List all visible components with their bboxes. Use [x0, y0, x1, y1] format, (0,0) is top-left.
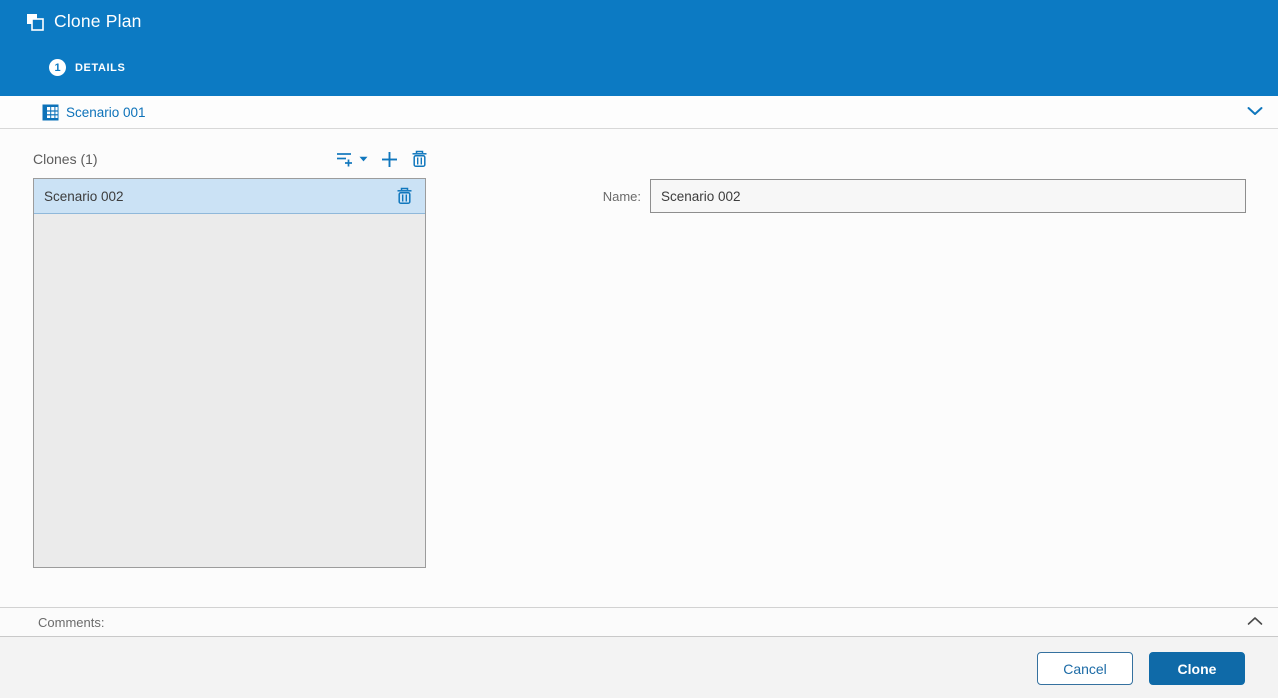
- table-icon: [42, 104, 59, 121]
- add-clone-button[interactable]: [381, 151, 398, 168]
- wizard-step-details[interactable]: 1 DETAILS: [49, 59, 125, 76]
- source-scenario: Scenario 001: [42, 104, 146, 121]
- add-multiple-button[interactable]: [336, 150, 368, 168]
- cancel-button[interactable]: Cancel: [1037, 652, 1133, 685]
- chevron-down-icon[interactable]: [1247, 106, 1263, 116]
- comments-label: Comments:: [38, 614, 105, 630]
- dialog-footer: Cancel Clone: [0, 637, 1278, 698]
- add-multiple-icon: [336, 150, 354, 168]
- step-label: DETAILS: [75, 61, 126, 74]
- source-scenario-bar: Scenario 001: [0, 96, 1278, 129]
- clone-list-item-selected[interactable]: Scenario 002: [34, 179, 425, 214]
- source-scenario-name: Scenario 001: [66, 104, 146, 120]
- caret-down-icon: [359, 156, 368, 162]
- clones-toolbar: [336, 147, 428, 171]
- chevron-up-icon[interactable]: [1247, 616, 1263, 626]
- name-input[interactable]: [650, 179, 1246, 213]
- clones-heading: Clones (1): [33, 151, 98, 167]
- clone-item-name: Scenario 002: [44, 188, 124, 204]
- step-number-badge: 1: [49, 59, 66, 76]
- dialog-title-row: Clone Plan: [26, 11, 142, 32]
- trash-icon: [411, 150, 428, 168]
- delete-clone-button[interactable]: [411, 150, 428, 168]
- dialog-title: Clone Plan: [54, 11, 142, 31]
- clone-icon: [26, 12, 45, 31]
- clone-button[interactable]: Clone: [1149, 652, 1245, 685]
- clones-list: Scenario 002: [33, 178, 426, 568]
- trash-icon[interactable]: [396, 187, 413, 205]
- plus-icon: [381, 151, 398, 168]
- name-label: Name:: [602, 189, 641, 204]
- clone-plan-dialog: Clone Plan 1 DETAILS Scenario 001 Clones…: [0, 0, 1278, 698]
- comments-section-header: Comments:: [0, 607, 1278, 637]
- dialog-header: Clone Plan 1 DETAILS: [0, 0, 1278, 96]
